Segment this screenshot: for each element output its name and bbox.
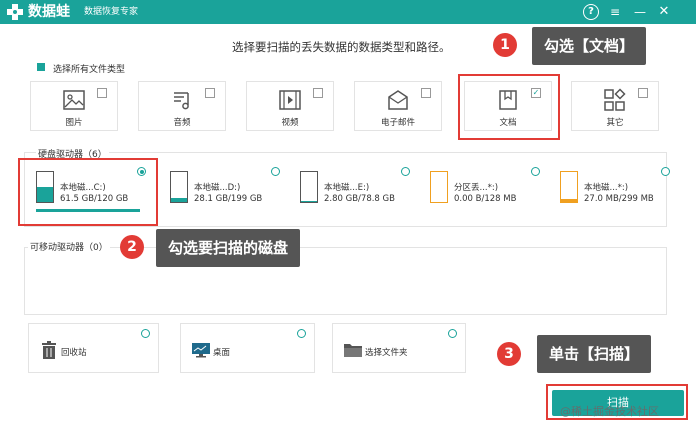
file-type-label: 电子邮件	[380, 118, 415, 128]
drive-item[interactable]: 本地磁...D:) 28.1 GB/199 GB	[158, 163, 286, 223]
drive-item[interactable]: 本地磁...E:) 2.80 GB/78.8 GB	[288, 163, 416, 223]
step-number: 2	[120, 235, 144, 259]
location-label: 回收站	[61, 348, 87, 358]
disk-icon	[300, 171, 318, 203]
title-bar: 数据蛙 数据恢复专家 ? ≡ — ✕	[0, 0, 696, 24]
music-icon	[174, 92, 189, 110]
file-type-label: 图片	[65, 118, 83, 128]
drive-radio[interactable]	[531, 167, 540, 176]
location-radio[interactable]	[297, 329, 306, 338]
step-number: 1	[493, 33, 517, 57]
drive-radio[interactable]	[271, 167, 280, 176]
location-label: 桌面	[213, 348, 231, 358]
file-type-checkbox[interactable]	[313, 88, 323, 98]
drive-item[interactable]: 分区丢...*:) 0.00 B/128 MB	[418, 163, 546, 223]
disk-icon	[430, 171, 448, 203]
folder-icon	[344, 344, 362, 357]
disk-icon	[560, 171, 578, 203]
app-brand: 数据蛙	[28, 4, 70, 20]
highlight-drive-c	[18, 158, 158, 226]
file-type-checkbox[interactable]	[638, 88, 648, 98]
file-type-audio[interactable]: 音频	[138, 81, 226, 131]
file-type-other[interactable]: 其它	[571, 81, 659, 131]
trash-icon	[42, 341, 56, 359]
drive-size: 0.00 B/128 MB	[454, 194, 517, 204]
desktop-icon	[192, 343, 210, 358]
watermark: @稀土掘金技术社区	[560, 405, 659, 418]
location-select-folder[interactable]: 选择文件夹	[332, 323, 466, 373]
drive-name: 本地磁...E:)	[324, 183, 370, 193]
step-number: 3	[497, 342, 521, 366]
step-callout: 单击【扫描】	[537, 335, 652, 373]
file-type-label: 音频	[173, 118, 191, 128]
minimize-icon[interactable]: —	[632, 4, 648, 20]
video-icon	[279, 90, 301, 110]
drive-size: 27.0 MB/299 MB	[584, 194, 654, 204]
location-recycle-bin[interactable]: 回收站	[28, 323, 159, 373]
file-type-checkbox[interactable]	[97, 88, 107, 98]
file-type-image[interactable]: 图片	[30, 81, 118, 131]
drive-radio[interactable]	[661, 167, 670, 176]
drive-name: 分区丢...*:)	[454, 183, 499, 193]
highlight-document-card	[458, 74, 560, 140]
file-type-label: 视频	[281, 118, 299, 128]
location-radio[interactable]	[448, 329, 457, 338]
help-icon[interactable]: ?	[583, 4, 599, 20]
step-callout: 勾选【文档】	[532, 27, 647, 65]
select-all-label: 选择所有文件类型	[53, 65, 126, 75]
close-icon[interactable]: ✕	[656, 4, 672, 20]
mail-icon	[388, 90, 408, 110]
location-label: 选择文件夹	[365, 348, 408, 358]
drive-size: 2.80 GB/78.8 GB	[324, 194, 395, 204]
app-subtitle: 数据恢复专家	[84, 7, 139, 17]
location-radio[interactable]	[141, 329, 150, 338]
drive-name: 本地磁...D:)	[194, 183, 241, 193]
select-all-box[interactable]	[37, 63, 45, 71]
file-type-checkbox[interactable]	[421, 88, 431, 98]
file-type-email[interactable]: 电子邮件	[354, 81, 442, 131]
file-type-label: 其它	[606, 118, 624, 128]
step-callout: 勾选要扫描的磁盘	[156, 229, 301, 267]
drive-name: 本地磁...*:)	[584, 183, 629, 193]
other-icon	[604, 88, 626, 111]
drive-item[interactable]: 本地磁...*:) 27.0 MB/299 MB	[548, 163, 676, 223]
drive-radio[interactable]	[401, 167, 410, 176]
removable-drive-section	[24, 247, 667, 315]
image-icon	[63, 90, 85, 110]
removable-drive-section-title: 可移动驱动器（0）	[28, 240, 110, 253]
file-type-video[interactable]: 视频	[246, 81, 334, 131]
disk-icon	[170, 171, 188, 203]
file-type-checkbox[interactable]	[205, 88, 215, 98]
app-logo-icon	[7, 4, 23, 20]
drive-size: 28.1 GB/199 GB	[194, 194, 263, 204]
location-desktop[interactable]: 桌面	[180, 323, 315, 373]
menu-icon[interactable]: ≡	[607, 4, 623, 20]
page-heading: 选择要扫描的丢失数据的数据类型和路径。	[232, 40, 451, 54]
